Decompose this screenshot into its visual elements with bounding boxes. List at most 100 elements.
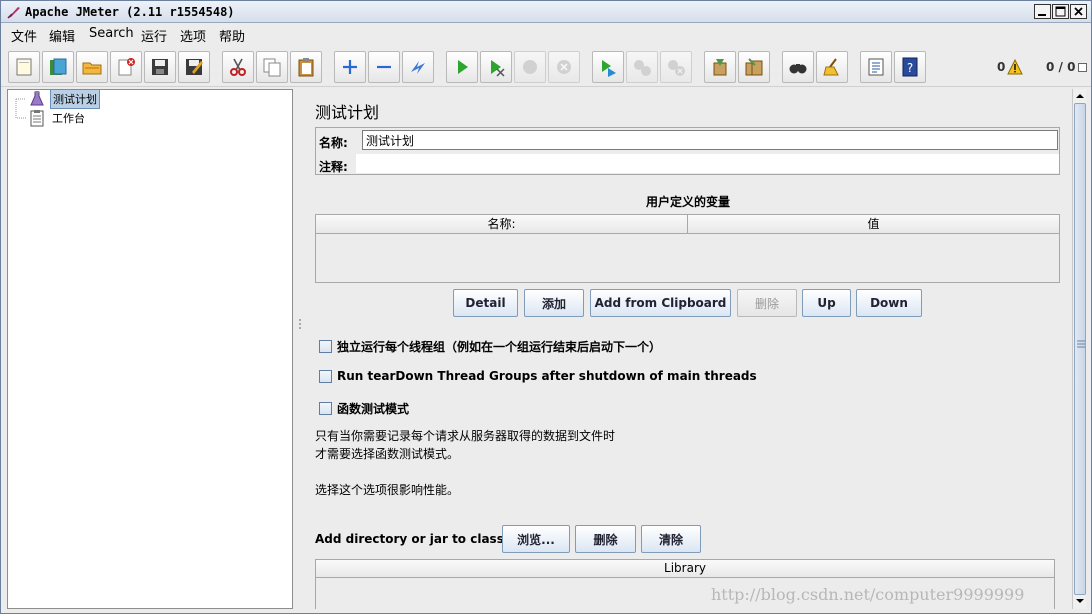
menu-help[interactable]: 帮助 (219, 26, 245, 45)
scroll-down-icon[interactable] (1075, 596, 1085, 606)
name-comment-box: 名称: 注释: (315, 127, 1060, 175)
close-window-button[interactable] (1070, 4, 1087, 19)
scrollbar-thumb[interactable] (1074, 103, 1086, 595)
paste-icon (298, 58, 314, 77)
column-header-library[interactable]: Library (316, 560, 1054, 578)
maximize-icon (1055, 6, 1066, 17)
delete-variable-button[interactable]: 删除 (737, 289, 797, 317)
search-icon (789, 64, 807, 74)
toggle-icon (411, 61, 425, 74)
split-divider[interactable] (296, 89, 304, 609)
collapse-icon (377, 65, 391, 69)
menu-edit[interactable]: 编辑 (49, 26, 75, 45)
toggle-button[interactable] (402, 51, 434, 83)
user-variables-table[interactable]: 名称: 值 (315, 214, 1060, 283)
status-indicator (1078, 63, 1087, 72)
close-button[interactable] (110, 51, 142, 83)
copy-button[interactable] (256, 51, 288, 83)
cut-button[interactable] (222, 51, 254, 83)
thumb-grip-icon (1077, 340, 1085, 348)
clear-classpath-button[interactable]: 清除 (641, 525, 701, 553)
browse-button[interactable]: 浏览... (502, 525, 570, 553)
minimize-button[interactable] (1034, 4, 1051, 19)
remote-shutdown-all-button[interactable] (660, 51, 692, 83)
menu-options[interactable]: 选项 (180, 26, 206, 45)
collapse-all-button[interactable] (368, 51, 400, 83)
maximize-button[interactable] (1052, 4, 1069, 19)
templates-button[interactable] (42, 51, 74, 83)
name-input[interactable] (362, 130, 1058, 150)
svg-text:?: ? (907, 61, 913, 75)
stop-icon (523, 60, 537, 74)
open-folder-icon (82, 62, 102, 75)
stop-button[interactable] (514, 51, 546, 83)
info-text-line: 才需要选择函数测试模式。 (315, 447, 460, 461)
paste-button[interactable] (290, 51, 322, 83)
tree-node-label[interactable]: 测试计划 (50, 89, 100, 109)
toolbar: ? 0 0 / 0 (1, 47, 1091, 87)
comment-label: 注释: (319, 160, 348, 174)
test-plan-panel: 测试计划 名称: 注释: 用户定义的变量 名称: 值 Detail 添加 Add… (305, 89, 1071, 609)
functional-test-mode-checkbox[interactable] (319, 402, 332, 415)
clear-icon (713, 59, 727, 76)
teardown-option[interactable]: Run tearDown Thread Groups after shutdow… (319, 369, 757, 383)
clear-all-button[interactable] (738, 51, 770, 83)
comment-input[interactable] (356, 154, 1059, 173)
menu-file[interactable]: 文件 (11, 26, 37, 45)
divider-grip (299, 323, 301, 325)
templates-icon (50, 58, 67, 75)
column-header-value[interactable]: 值 (688, 215, 1059, 233)
warning-icon[interactable] (1007, 59, 1023, 75)
serialize-threadgroups-checkbox[interactable] (319, 340, 332, 353)
open-button[interactable] (76, 51, 108, 83)
divider-grip (299, 327, 301, 329)
shutdown-button[interactable] (548, 51, 580, 83)
reset-search-button[interactable] (816, 51, 848, 83)
thread-count: 0 / 0 (1046, 60, 1076, 74)
start-no-timers-icon (491, 60, 505, 77)
remote-start-icon (602, 60, 616, 77)
teardown-checkbox[interactable] (319, 369, 332, 383)
down-button[interactable]: Down (856, 289, 922, 317)
add-from-clipboard-button[interactable]: Add from Clipboard (590, 289, 731, 317)
add-button[interactable]: 添加 (524, 289, 584, 317)
vertical-scrollbar[interactable] (1072, 89, 1086, 609)
save-button[interactable] (144, 51, 176, 83)
function-helper-button[interactable] (860, 51, 892, 83)
expand-all-button[interactable] (334, 51, 366, 83)
teardown-label: Run tearDown Thread Groups after shutdow… (337, 369, 757, 383)
serialize-threadgroups-option[interactable]: 独立运行每个线程组（例如在一个组运行结束后启动下一个） (319, 338, 661, 355)
column-header-name[interactable]: 名称: (316, 215, 688, 233)
remote-stop-all-button[interactable] (626, 51, 658, 83)
info-text-line: 只有当你需要记录每个请求从服务器取得的数据到文件时 (315, 429, 616, 443)
expand-icon (343, 60, 357, 74)
close-file-icon (118, 58, 135, 76)
new-button[interactable] (8, 51, 40, 83)
save-icon (152, 59, 168, 75)
functional-test-mode-option[interactable]: 函数测试模式 (319, 400, 409, 417)
close-icon (1074, 7, 1083, 16)
tree-node-test-plan[interactable]: 测试计划 (28, 89, 100, 109)
delete-classpath-button[interactable]: 删除 (575, 525, 636, 553)
detail-button[interactable]: Detail (453, 289, 518, 317)
tree-node-workbench[interactable]: 工作台 (28, 109, 87, 127)
start-no-timers-button[interactable] (480, 51, 512, 83)
up-button[interactable]: Up (802, 289, 851, 317)
table-header: 名称: 值 (316, 215, 1059, 234)
help-button[interactable]: ? (894, 51, 926, 83)
save-as-button[interactable] (178, 51, 210, 83)
clear-button[interactable] (704, 51, 736, 83)
scroll-up-icon[interactable] (1075, 91, 1085, 101)
user-variables-title: 用户定义的变量 (645, 195, 730, 209)
remote-start-all-button[interactable] (592, 51, 624, 83)
minimize-icon (1038, 14, 1046, 16)
window-controls (1034, 4, 1087, 19)
clear-all-icon (745, 58, 763, 76)
search-button[interactable] (782, 51, 814, 83)
tree-node-label[interactable]: 工作台 (50, 109, 87, 127)
jmeter-window: Apache JMeter (2.11 r1554548) 文件 编辑 Sear… (0, 0, 1092, 614)
menu-search[interactable]: Search (89, 26, 134, 41)
start-icon (458, 60, 468, 74)
start-button[interactable] (446, 51, 478, 83)
menu-run[interactable]: 运行 (141, 26, 167, 45)
